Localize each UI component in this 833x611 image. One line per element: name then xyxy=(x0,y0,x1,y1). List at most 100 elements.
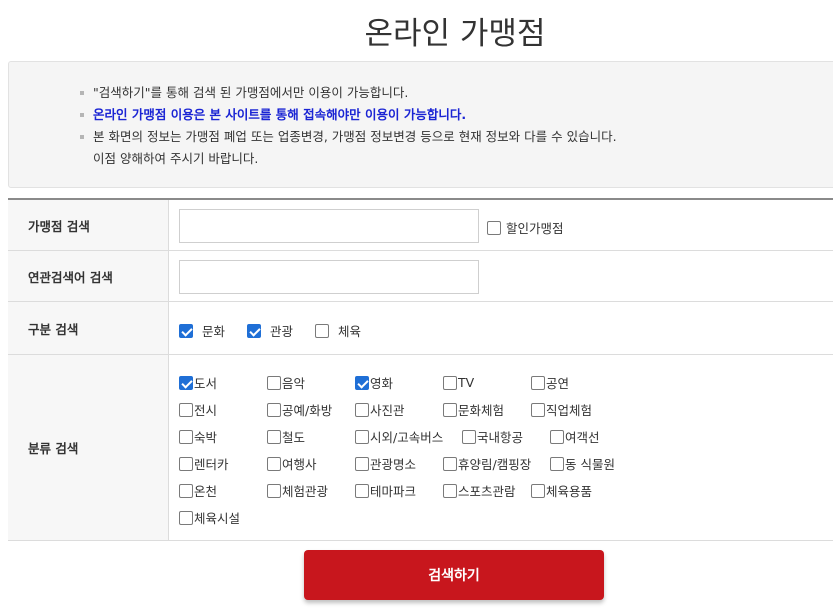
classification-option[interactable]: 휴양림/캠핑장 xyxy=(443,454,550,473)
classification-option[interactable]: 온천 xyxy=(179,481,267,500)
checkbox-icon[interactable] xyxy=(355,402,369,417)
classification-option-label: 테마파크 xyxy=(370,484,417,499)
checkbox-icon[interactable] xyxy=(443,375,457,390)
classification-option-label: 공예/화방 xyxy=(282,403,333,418)
page-title: 온라인 가맹점 xyxy=(364,16,546,52)
search-form: 가맹점 검색 할인가맹점 연관검색어 검색 구분 검색 문화 관광 체육 분류 … xyxy=(8,198,833,541)
classification-label: 분류 검색 xyxy=(8,355,169,540)
checkbox-icon[interactable] xyxy=(179,323,193,338)
notice-item-highlight: 온라인 가맹점 이용은 본 사이트를 통해 접속해야만 이용이 가능합니다. xyxy=(80,104,617,126)
classification-option[interactable]: 테마파크 xyxy=(355,481,443,500)
classification-option[interactable]: 도서 xyxy=(179,373,267,392)
classification-option[interactable]: 숙박 xyxy=(179,427,267,446)
notice-item: "검색하기"를 통해 검색 된 가맹점에서만 이용이 가능합니다. xyxy=(80,82,617,104)
classification-option[interactable]: 영화 xyxy=(355,373,443,392)
notice-list: "검색하기"를 통해 검색 된 가맹점에서만 이용이 가능합니다. 온라인 가맹… xyxy=(80,82,617,170)
classification-grid-row: 렌터카 여행사 관광명소 휴양림/캠핑장 동 식물원 xyxy=(179,450,679,477)
classification-option[interactable]: 음악 xyxy=(267,373,355,392)
classification-option[interactable]: 직업체험 xyxy=(531,400,631,419)
notice-box: "검색하기"를 통해 검색 된 가맹점에서만 이용이 가능합니다. 온라인 가맹… xyxy=(8,61,833,188)
checkbox-icon[interactable] xyxy=(179,402,193,417)
checkbox-icon[interactable] xyxy=(179,483,193,498)
classification-option-label: 렌터카 xyxy=(194,457,229,472)
classification-option-label: 사진관 xyxy=(370,403,405,418)
classification-option-label: 휴양림/캠핑장 xyxy=(458,457,532,472)
classification-option-label: 전시 xyxy=(194,403,218,418)
notice-text: 본 화면의 정보는 가맹점 폐업 또는 업종변경, 가맹점 정보변경 등으로 현… xyxy=(93,129,617,144)
classification-option-label: 공연 xyxy=(546,376,570,391)
checkbox-icon[interactable] xyxy=(267,456,281,471)
classification-option[interactable]: 사진관 xyxy=(355,400,443,419)
store-search-input[interactable] xyxy=(179,209,479,243)
classification-option-label: 체험관광 xyxy=(282,484,329,499)
classification-option[interactable]: 스포츠관람 xyxy=(443,481,531,500)
classification-grid-row: 체육시설 xyxy=(179,504,679,531)
classification-option[interactable]: 체육시설 xyxy=(179,508,267,527)
classification-option[interactable]: 국내항공 xyxy=(462,427,550,446)
checkbox-icon[interactable] xyxy=(179,510,193,525)
classification-option[interactable]: 공예/화방 xyxy=(267,400,355,419)
classification-option-label: 체육시설 xyxy=(194,511,241,526)
related-search-label: 연관검색어 검색 xyxy=(8,251,169,301)
checkbox-icon[interactable] xyxy=(550,456,564,471)
classification-option[interactable]: 문화체험 xyxy=(443,400,531,419)
classification-option[interactable]: 체험관광 xyxy=(267,481,355,500)
checkbox-icon[interactable] xyxy=(179,429,193,444)
classification-option-label: 영화 xyxy=(370,376,394,391)
classification-option[interactable]: 여객선 xyxy=(550,427,650,446)
classification-option[interactable]: TV xyxy=(443,375,531,390)
classification-option[interactable]: 관광명소 xyxy=(355,454,443,473)
bullet-icon xyxy=(80,135,84,139)
checkbox-icon[interactable] xyxy=(267,375,281,390)
classification-option-label: 음악 xyxy=(282,376,306,391)
classification-option[interactable]: 체육용품 xyxy=(531,481,631,500)
checkbox-icon[interactable] xyxy=(531,375,545,390)
classification-option-label: 국내항공 xyxy=(477,430,524,445)
checkbox-icon[interactable] xyxy=(531,402,545,417)
discount-store-checkbox[interactable]: 할인가맹점 xyxy=(487,218,564,237)
checkbox-icon[interactable] xyxy=(355,456,369,471)
checkbox-icon[interactable] xyxy=(179,456,193,471)
store-search-row: 가맹점 검색 할인가맹점 xyxy=(8,200,833,251)
checkbox-icon[interactable] xyxy=(355,375,369,390)
checkbox-icon[interactable] xyxy=(355,483,369,498)
classification-option[interactable]: 전시 xyxy=(179,400,267,419)
classification-option[interactable]: 공연 xyxy=(531,373,631,392)
checkbox-icon[interactable] xyxy=(355,429,369,444)
category-option-label: 문화 xyxy=(202,324,226,339)
checkbox-icon[interactable] xyxy=(487,220,501,235)
category-option-tourism[interactable]: 관광 xyxy=(247,321,293,340)
store-search-label: 가맹점 검색 xyxy=(8,200,169,250)
checkbox-icon[interactable] xyxy=(443,402,457,417)
classification-grid-row: 도서 음악 영화 TV 공연 xyxy=(179,369,679,396)
classification-option[interactable]: 동 식물원 xyxy=(550,454,650,473)
checkbox-icon[interactable] xyxy=(179,375,193,390)
search-submit-button[interactable]: 검색하기 xyxy=(304,550,604,600)
classification-option-label: 직업체험 xyxy=(546,403,593,418)
checkbox-icon[interactable] xyxy=(267,402,281,417)
checkbox-icon[interactable] xyxy=(247,323,262,338)
classification-grid-row: 온천 체험관광 테마파크 스포츠관람 체육용품 xyxy=(179,477,679,504)
classification-option[interactable]: 렌터카 xyxy=(179,454,267,473)
category-option-sports[interactable]: 체육 xyxy=(315,321,361,340)
checkbox-icon[interactable] xyxy=(267,483,281,498)
checkbox-icon[interactable] xyxy=(443,483,457,498)
checkbox-icon[interactable] xyxy=(550,429,564,444)
checkbox-icon[interactable] xyxy=(531,483,545,498)
related-search-input[interactable] xyxy=(179,260,479,294)
classification-option[interactable]: 시외/고속버스 xyxy=(355,427,462,446)
category-option-culture[interactable]: 문화 xyxy=(179,321,225,340)
bullet-icon xyxy=(80,91,84,95)
classification-row: 분류 검색 도서 음악 영화 TV 공연전시 공예/화방 사진관 문화체험 직업체험숙박 철도 시외… xyxy=(8,355,833,541)
checkbox-icon[interactable] xyxy=(315,323,330,338)
category-options: 문화 관광 체육 xyxy=(179,321,383,340)
checkbox-icon[interactable] xyxy=(267,429,281,444)
classification-option[interactable]: 철도 xyxy=(267,427,355,446)
notice-text-continued: 이점 양해하여 주시기 바랍니다. xyxy=(93,151,259,166)
checkbox-icon[interactable] xyxy=(443,456,457,471)
related-search-row: 연관검색어 검색 xyxy=(8,251,833,302)
checkbox-icon[interactable] xyxy=(462,429,476,444)
classification-option-label: 여행사 xyxy=(282,457,317,472)
classification-option[interactable]: 여행사 xyxy=(267,454,355,473)
classification-option-label: 관광명소 xyxy=(370,457,417,472)
